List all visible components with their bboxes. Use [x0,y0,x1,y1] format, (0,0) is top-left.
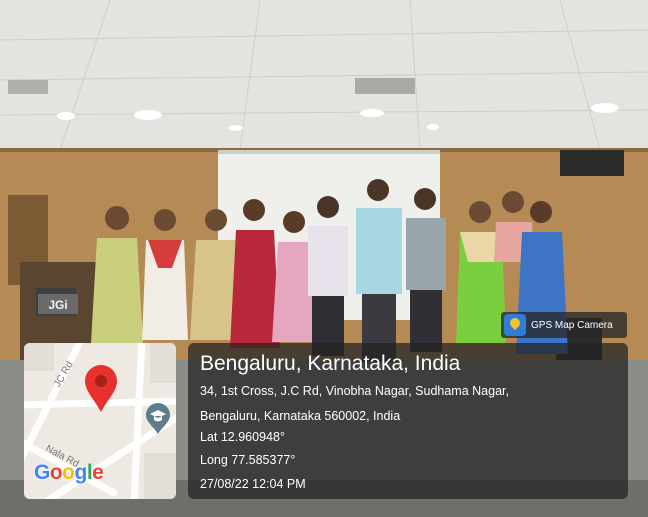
google-logo-letter: o [62,461,75,484]
google-logo-letter: e [92,461,104,484]
datetime-text: 27/08/22 12:04 PM [200,477,306,491]
address-line-2: Bengaluru, Karnataka 560002, India [200,409,401,423]
longitude-text: Long 77.585377° [200,453,296,467]
latitude-text: Lat 12.960948° [200,430,285,444]
podium-logo-text: JGi [48,298,67,312]
location-info-overlay: Bengaluru, Karnataka, India 34, 1st Cros… [188,343,628,499]
location-pin-icon [85,365,117,412]
google-logo-letter: g [74,461,88,484]
gps-map-camera-logo-icon [504,314,526,336]
google-logo-letter: o [49,461,63,484]
address-line-1: 34, 1st Cross, J.C Rd, Vinobha Nagar, Su… [200,384,509,398]
location-title: Bengaluru, Karnataka, India [200,352,461,375]
google-logo-letter: G [34,461,50,484]
geotagged-group-photo: GPS Map Camera JC Rd Nala Rd Google Beng… [0,0,648,517]
google-logo: Google [34,461,104,485]
podium-logo: JGi [38,294,78,314]
graduation-cap-icon [146,403,170,434]
gps-map-camera-watermark: GPS Map Camera [501,312,627,338]
google-logo-text: Google [34,461,104,484]
location-mini-map: JC Rd Nala Rd Google [24,343,176,499]
watermark-label: GPS Map Camera [531,319,613,331]
